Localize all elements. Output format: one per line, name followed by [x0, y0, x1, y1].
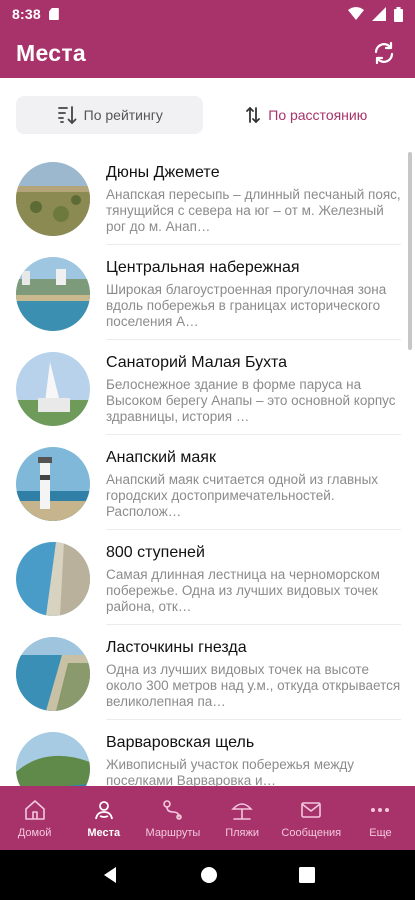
place-thumbnail	[16, 447, 90, 521]
place-description: Одна из лучших видовых точек на высоте о…	[106, 662, 401, 709]
recents-icon[interactable]	[298, 867, 315, 883]
more-icon	[371, 807, 390, 812]
wifi-icon	[348, 7, 364, 20]
places-list[interactable]: Дюны Джеметe Анапская пересыпь – длинный…	[0, 150, 415, 786]
place-thumbnail	[16, 257, 90, 331]
sort-by-distance-label: По расстоянию	[268, 107, 368, 123]
umbrella-icon	[231, 802, 253, 820]
list-item[interactable]: Санаторий Малая Бухта Белоснежное здание…	[0, 340, 415, 435]
system-navigation-bar	[0, 850, 415, 900]
list-scrollbar[interactable]	[408, 152, 412, 350]
sort-rating-icon	[57, 106, 77, 125]
sort-by-rating-label: По рейтингу	[83, 107, 163, 123]
nav-places-label: Места	[87, 826, 121, 839]
nav-more-label: Еще	[369, 826, 392, 839]
place-description: Анапский маяк считается одной из главных…	[106, 472, 379, 519]
place-description: Белоснежное здание в форме паруса на Выс…	[106, 377, 396, 424]
refresh-button[interactable]	[369, 38, 399, 68]
page-title: Места	[16, 39, 86, 66]
sort-controls: По рейтингу По расстоянию	[16, 96, 399, 134]
place-description: Самая длинная лестница на черноморском п…	[106, 567, 380, 614]
list-item[interactable]: Ласточкины гнезда Одна из лучших видовых…	[0, 625, 415, 720]
nav-places[interactable]: Места	[69, 786, 138, 850]
place-title: Дюны Джеметe	[106, 164, 220, 181]
nav-home[interactable]: Домой	[0, 786, 69, 850]
nav-more[interactable]: Еще	[346, 786, 415, 850]
bottom-navigation: Домой Места Маршруты Пляжи Сообщения Еще	[0, 786, 415, 850]
place-thumbnail	[16, 542, 90, 616]
place-title: 800 ступеней	[106, 544, 205, 561]
home-icon	[24, 799, 45, 820]
place-icon	[94, 800, 113, 819]
nav-home-label: Домой	[17, 826, 52, 839]
sort-distance-icon	[246, 107, 261, 123]
signal-icon	[372, 7, 386, 21]
mail-icon	[301, 801, 322, 818]
home-circle-icon[interactable]	[200, 866, 218, 884]
place-title: Санаторий Малая Бухта	[106, 354, 288, 371]
place-description: Широкая благоустроенная прогулочная зона…	[106, 282, 387, 329]
place-description: Живописный участок побережья между посел…	[106, 757, 355, 786]
nav-beaches[interactable]: Пляжи	[208, 786, 277, 850]
sort-by-rating-button[interactable]: По рейтингу	[16, 96, 203, 134]
nav-routes-label: Маршруты	[145, 826, 201, 839]
list-item[interactable]: Варваровская щель Живописный участок поб…	[0, 720, 415, 786]
nav-messages[interactable]: Сообщения	[277, 786, 346, 850]
list-item[interactable]: Центральная набережная Широкая благоустр…	[0, 245, 415, 340]
sd-card-icon	[48, 8, 59, 20]
place-thumbnail	[16, 732, 90, 786]
app-bar: Места	[0, 28, 415, 78]
battery-icon	[394, 6, 403, 22]
place-title: Анапский маяк	[106, 449, 216, 466]
refresh-icon	[374, 41, 394, 65]
nav-beaches-label: Пляжи	[225, 826, 259, 839]
sort-by-distance-button[interactable]: По расстоянию	[213, 96, 400, 134]
list-item[interactable]: 800 ступеней Самая длинная лестница на ч…	[0, 530, 415, 625]
place-title: Ласточкины гнезда	[106, 639, 247, 656]
route-icon	[163, 799, 182, 820]
back-icon[interactable]	[101, 866, 119, 884]
place-thumbnail	[16, 637, 90, 711]
list-item[interactable]: Анапский маяк Анапский маяк считается од…	[0, 435, 415, 530]
place-title: Центральная набережная	[106, 259, 300, 276]
list-item[interactable]: Дюны Джеметe Анапская пересыпь – длинный…	[0, 150, 415, 245]
status-bar: 8:38	[0, 0, 415, 28]
place-title: Варваровская щель	[106, 734, 255, 751]
nav-messages-label: Сообщения	[281, 826, 342, 839]
place-thumbnail	[16, 352, 90, 426]
place-thumbnail	[16, 162, 90, 236]
status-time: 8:38	[12, 6, 41, 22]
nav-routes[interactable]: Маршруты	[138, 786, 207, 850]
place-description: Анапская пересыпь – длинный песчаный поя…	[106, 187, 401, 234]
